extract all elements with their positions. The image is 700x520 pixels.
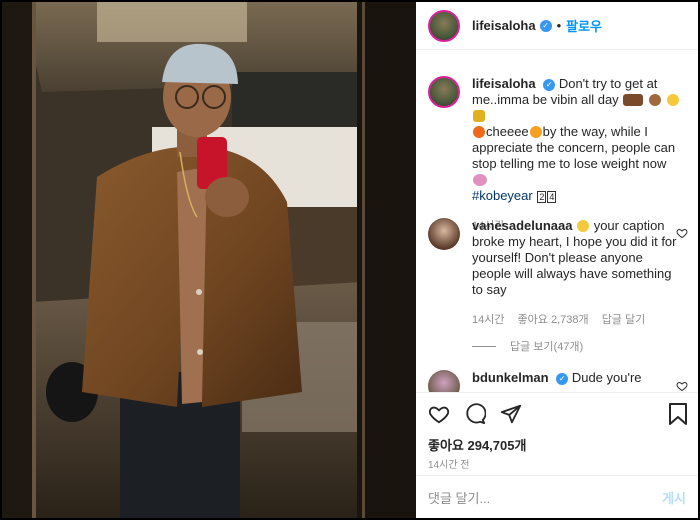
smirk-emoji-icon: [666, 94, 679, 106]
verified-badge-icon: ✓: [556, 372, 569, 385]
post-comment-button[interactable]: 게시: [662, 488, 686, 507]
comment-item: bdunkelman ✓ Dude you're: [428, 370, 682, 392]
view-replies[interactable]: 답글 보기(47개): [472, 338, 583, 354]
author-username[interactable]: lifeisaloha: [472, 18, 536, 33]
hashtag-link[interactable]: #kobeyear: [472, 188, 533, 203]
caption-body: lifeisaloha ✓ Don't try to get at me..im…: [472, 76, 682, 234]
action-icons: [428, 403, 522, 425]
share-send-icon[interactable]: [500, 403, 522, 425]
flexed-arm-emoji-icon: [623, 94, 644, 106]
caption-username[interactable]: lifeisaloha: [472, 76, 536, 91]
comment-text: Dude you're: [571, 370, 642, 385]
post-time[interactable]: 14시간 전: [428, 456, 470, 471]
likes-count[interactable]: 좋아요 294,705개: [428, 435, 526, 454]
commenter-avatar[interactable]: [428, 218, 460, 250]
verified-badge-icon: ✓: [539, 19, 552, 32]
mirror-selfie-image: [2, 2, 416, 518]
woman-emoji-icon: [473, 174, 487, 186]
commenter-avatar[interactable]: [428, 370, 460, 392]
commenter-username[interactable]: vanesadelunaaa: [472, 218, 572, 233]
bookmark-icon[interactable]: [668, 403, 688, 425]
post-actions: 좋아요 294,705개 14시간 전 댓글 달기... 게시: [416, 392, 698, 520]
comment-item: vanesadelunaaa your caption broke my hea…: [428, 218, 682, 328]
comment-time[interactable]: 14시간: [472, 314, 504, 326]
comment-body: bdunkelman ✓ Dude you're: [472, 370, 682, 392]
replies-line: [472, 345, 496, 347]
comment-input[interactable]: 댓글 달기...: [428, 488, 490, 507]
caption-text-2: cheeee: [486, 124, 529, 139]
comment-likes[interactable]: 좋아요 2,738개: [518, 314, 589, 326]
comment-meta: 14시간 좋아요 2,738개 답글 달기: [472, 312, 682, 328]
separator-dot: •: [556, 18, 562, 33]
verified-badge-icon: ✓: [543, 78, 556, 91]
caption-item: lifeisaloha ✓ Don't try to get at me..im…: [428, 76, 682, 234]
reply-button[interactable]: 답글 달기: [602, 314, 646, 326]
save-bookmark[interactable]: [668, 403, 688, 430]
post-photo[interactable]: [2, 2, 416, 518]
keycap-badge: 4: [547, 191, 557, 203]
add-comment-bar: 댓글 달기... 게시: [416, 475, 698, 519]
pineapple-emoji-icon: [473, 110, 485, 122]
like-heart-icon[interactable]: [428, 403, 450, 425]
heart-outline-icon[interactable]: [676, 380, 688, 392]
pleading-face-emoji-icon: [577, 220, 590, 232]
author-avatar[interactable]: [428, 9, 460, 42]
keycap-badge: 2: [537, 191, 547, 203]
post-side-panel: lifeisaloha ✓ • 팔로우 lifeisaloha ✓ Don't …: [416, 2, 698, 518]
fire-emoji-icon: [473, 126, 485, 138]
post-header: lifeisaloha ✓ • 팔로우: [416, 2, 698, 50]
follow-button[interactable]: 팔로우: [566, 16, 602, 35]
tongue-emoji-icon: [529, 126, 542, 138]
caption-avatar[interactable]: [428, 76, 460, 108]
heart-outline-icon[interactable]: [676, 227, 688, 239]
post-modal: lifeisaloha ✓ • 팔로우 lifeisaloha ✓ Don't …: [0, 0, 700, 520]
comments-list[interactable]: lifeisaloha ✓ Don't try to get at me..im…: [416, 50, 698, 392]
hand-emoji-icon: [648, 94, 661, 106]
comment-bubble-icon[interactable]: [464, 403, 486, 425]
comment-body: vanesadelunaaa your caption broke my hea…: [472, 218, 682, 328]
commenter-username[interactable]: bdunkelman: [472, 370, 549, 385]
view-replies-label[interactable]: 답글 보기(47개): [510, 338, 583, 354]
